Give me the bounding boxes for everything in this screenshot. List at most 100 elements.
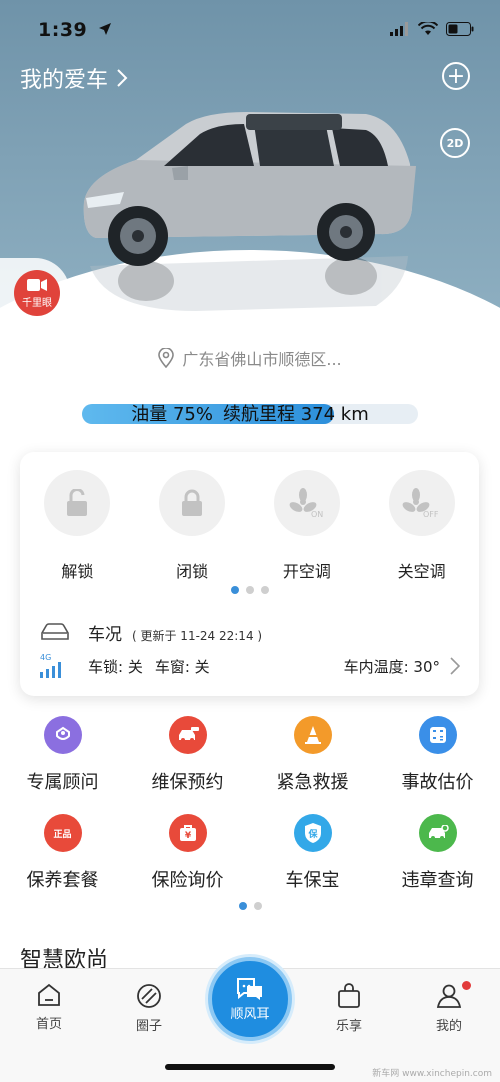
user-icon bbox=[436, 984, 462, 1008]
service-label: 紧急救援 bbox=[276, 772, 349, 793]
status-icons bbox=[390, 22, 474, 36]
ac-on-circle: ON bbox=[273, 470, 340, 536]
fan-off-icon: OFF bbox=[402, 488, 439, 519]
violation-car-icon bbox=[418, 814, 457, 852]
service-row-2: 正品 保养套餐 ¥ 保险询价 保 车保宝 违章查询 bbox=[0, 814, 500, 912]
status-bar: 1:39 bbox=[0, 0, 500, 56]
tab-home[interactable]: 首页 bbox=[9, 983, 89, 1032]
bag-icon bbox=[338, 983, 360, 1008]
tab-shunfenger[interactable]: 顺风耳 bbox=[208, 957, 292, 1041]
service-car-protection[interactable]: 保 车保宝 bbox=[250, 814, 375, 912]
car-location[interactable]: 广东省佛山市顺德区... bbox=[0, 346, 500, 370]
signal-bars-icon bbox=[40, 662, 61, 678]
service-label: 专属顾问 bbox=[26, 772, 99, 793]
qianliyan-button[interactable]: 千里眼 bbox=[0, 258, 70, 328]
car-image bbox=[83, 112, 416, 311]
camera-icon bbox=[27, 278, 47, 291]
service-violation-query[interactable]: 违章查询 bbox=[375, 814, 500, 912]
ac-on-button[interactable]: ON 开空调 bbox=[250, 470, 365, 582]
qianliyan-badge: 千里眼 bbox=[14, 270, 60, 316]
service-pager bbox=[0, 902, 500, 910]
tab-enjoy[interactable]: 乐享 bbox=[309, 983, 389, 1034]
tab-home-label: 首页 bbox=[35, 1017, 62, 1032]
service-maintenance-booking[interactable]: 维保预约 bbox=[125, 716, 250, 814]
tab-mine-label: 我的 bbox=[435, 1019, 462, 1034]
ac-on-tag: ON bbox=[311, 510, 323, 519]
service-label: 车保宝 bbox=[285, 870, 340, 891]
service-pager-dot-2[interactable] bbox=[253, 902, 262, 910]
pager-dot-1[interactable] bbox=[230, 586, 239, 594]
my-car-title[interactable]: 我的爱车 bbox=[20, 62, 128, 94]
signal-4g: 4G bbox=[40, 654, 88, 678]
car-status-title: 车况 bbox=[88, 625, 122, 645]
calculator-icon bbox=[418, 716, 457, 754]
service-label: 维保预约 bbox=[151, 772, 224, 793]
service-advisor[interactable]: 专属顾问 bbox=[0, 716, 125, 814]
tab-enjoy-label: 乐享 bbox=[335, 1019, 362, 1034]
location-text: 广东省佛山市顺德区... bbox=[182, 350, 342, 369]
car-service-icon bbox=[168, 716, 207, 754]
cellular-signal-icon bbox=[390, 22, 408, 36]
shield-icon: 保 bbox=[293, 814, 332, 852]
notification-badge bbox=[462, 981, 471, 990]
service-label: 保养套餐 bbox=[26, 870, 99, 891]
fuel-gauge: 油量 75% 续航里程 374 km bbox=[82, 396, 418, 430]
wifi-icon bbox=[418, 22, 438, 35]
view-2d-toggle[interactable]: 2D bbox=[440, 128, 470, 158]
location-arrow-icon bbox=[99, 23, 112, 35]
cabin-temperature: 车内温度: 30° bbox=[343, 657, 440, 676]
page-title: 我的爱车 bbox=[20, 68, 109, 93]
service-accident-estimate[interactable]: 事故估价 bbox=[375, 716, 500, 814]
service-label: 保险询价 bbox=[151, 870, 224, 891]
car-hero: 1:39 我的爱车 + 2D 千里眼 bbox=[0, 0, 500, 335]
svg-text:保: 保 bbox=[307, 828, 318, 840]
chevron-right-icon bbox=[450, 657, 460, 675]
home-indicator bbox=[165, 1064, 335, 1070]
unlock-button[interactable]: 解锁 bbox=[20, 470, 135, 582]
tab-circle[interactable]: 圈子 bbox=[109, 983, 189, 1034]
service-grid: 专属顾问 维保预约 紧急救援 事故估价 正品 保养套餐 ¥ 保险询价 保 车保宝… bbox=[0, 716, 500, 912]
lock-circle bbox=[159, 470, 226, 536]
status-time: 1:39 bbox=[38, 19, 112, 41]
service-label: 违章查询 bbox=[401, 870, 474, 891]
service-maintenance-package[interactable]: 正品 保养套餐 bbox=[0, 814, 125, 912]
fuel-text: 油量 75% 续航里程 374 km bbox=[82, 396, 418, 430]
package-glyph: 正品 bbox=[53, 829, 72, 840]
tab-mine[interactable]: 我的 bbox=[409, 981, 489, 1034]
car-status-details: 4G 车锁: 关 车窗: 关 车内温度: 30° bbox=[40, 654, 460, 678]
home-icon bbox=[38, 983, 60, 1006]
lock-label: 闭锁 bbox=[176, 562, 209, 581]
lock-status: 车锁: 关 bbox=[88, 657, 143, 676]
watermark: 新车网 www.xinchepin.com bbox=[372, 1069, 492, 1079]
window-status: 车窗: 关 bbox=[154, 657, 210, 676]
service-emergency-rescue[interactable]: 紧急救援 bbox=[250, 716, 375, 814]
ac-off-tag: OFF bbox=[423, 510, 439, 519]
unlock-icon bbox=[67, 489, 88, 516]
location-pin-icon bbox=[158, 348, 175, 368]
package-icon: 正品 bbox=[43, 814, 82, 852]
advisor-icon bbox=[43, 716, 82, 754]
plus-icon: + bbox=[446, 63, 466, 89]
remote-control-card: 解锁 闭锁 ON 开空调 OFF 关空调 车况 ( 更新于 11-24 22:1… bbox=[20, 452, 479, 696]
ac-off-button[interactable]: OFF 关空调 bbox=[364, 470, 479, 582]
lock-button[interactable]: 闭锁 bbox=[135, 470, 250, 582]
chevron-right-icon bbox=[117, 69, 128, 87]
service-pager-dot-1[interactable] bbox=[238, 902, 247, 910]
circle-icon bbox=[137, 984, 161, 1008]
car-status-header: 车况 ( 更新于 11-24 22:14 ) bbox=[40, 620, 262, 645]
cone-icon bbox=[293, 716, 332, 754]
add-car-button[interactable]: + bbox=[442, 62, 470, 90]
service-insurance-quote[interactable]: ¥ 保险询价 bbox=[125, 814, 250, 912]
pager-dot-2[interactable] bbox=[245, 586, 254, 594]
range-label: 续航里程 374 km bbox=[222, 404, 369, 425]
pager-dot-3[interactable] bbox=[260, 586, 269, 594]
ac-off-label: 关空调 bbox=[397, 562, 446, 581]
service-label: 事故估价 bbox=[401, 772, 474, 793]
view-mode-label: 2D bbox=[446, 136, 464, 150]
control-row: 解锁 闭锁 ON 开空调 OFF 关空调 bbox=[20, 470, 479, 582]
unlock-circle bbox=[44, 470, 111, 536]
chat-icon bbox=[237, 977, 262, 1000]
fuel-level-label: 油量 75% bbox=[131, 404, 213, 425]
service-row-1: 专属顾问 维保预约 紧急救援 事故估价 bbox=[0, 716, 500, 814]
signal-label: 4G bbox=[40, 653, 52, 662]
